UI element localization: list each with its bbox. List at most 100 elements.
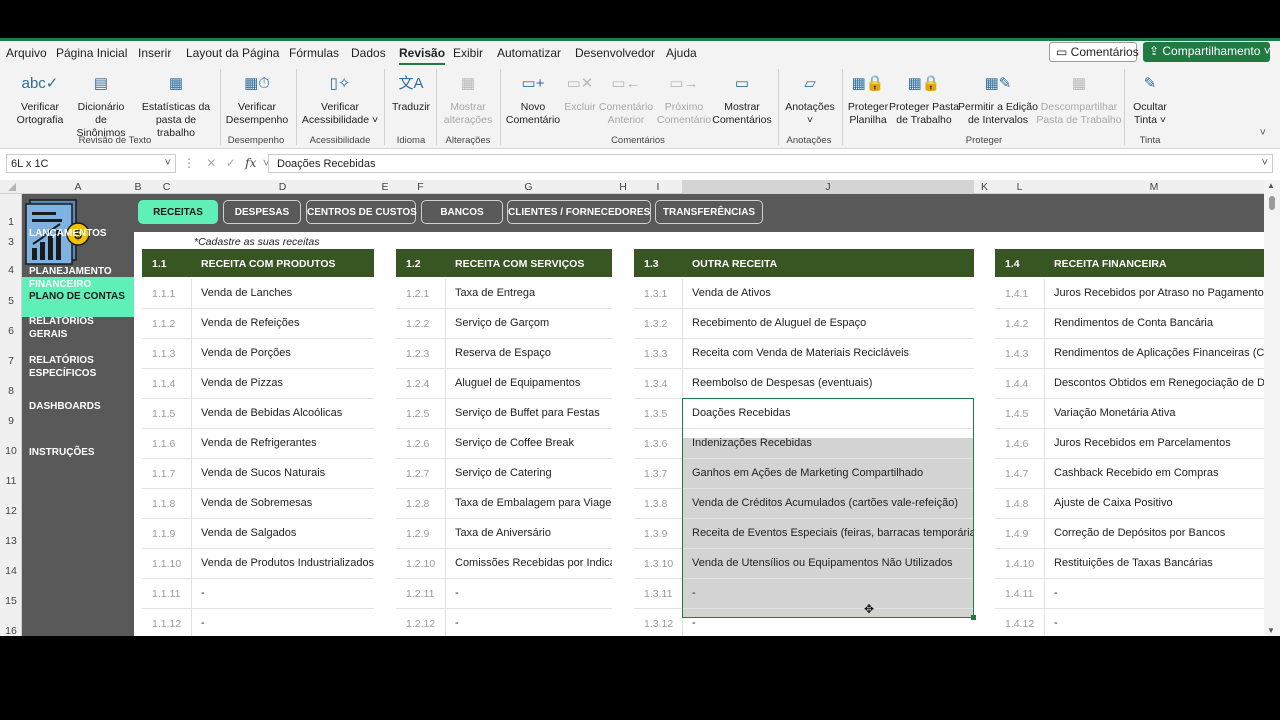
account-name-cell[interactable]: Descontos Obtidos em Renegociação de Div… — [1044, 377, 1264, 389]
account-code-cell[interactable]: 1.2.10 — [396, 558, 445, 570]
column-header-l[interactable]: L — [995, 181, 1044, 193]
account-code-cell[interactable]: 1.3.11 — [634, 588, 682, 600]
account-name-cell[interactable]: Reembolso de Despesas (eventuais) — [682, 377, 974, 389]
account-code-cell[interactable]: 1.1.8 — [142, 498, 191, 510]
account-code-cell[interactable]: 1.3.7 — [634, 468, 682, 480]
scroll-down-icon[interactable]: ▼ — [1267, 626, 1275, 635]
expand-formula-icon[interactable]: ˅ — [1262, 157, 1268, 169]
column-header-f[interactable]: F — [396, 181, 445, 193]
fill-handle[interactable] — [971, 615, 976, 620]
sidebar-item-planejamento-financeiro[interactable]: PLANEJAMENTO FINANCEIRO — [22, 265, 134, 291]
chevron-down-icon[interactable]: ˅ — [165, 157, 171, 169]
ribbon-button-permitir-a-edicao-de-intervalos[interactable]: ▦✎ Permitir a Edição de Intervalos — [956, 71, 1040, 127]
account-code-cell[interactable]: 1.3.12 — [634, 618, 682, 630]
column-header-a[interactable]: A — [22, 181, 134, 193]
column-header-m[interactable]: M — [1044, 181, 1264, 193]
column-header-k[interactable]: K — [974, 181, 995, 193]
row-header-11[interactable]: 11 — [0, 475, 22, 487]
account-name-cell[interactable]: Venda de Porções — [191, 347, 374, 359]
account-name-cell[interactable]: Comissões Recebidas por Indicação — [445, 557, 612, 569]
account-name-cell[interactable]: Ajuste de Caixa Positivo — [1044, 497, 1264, 509]
account-code-cell[interactable]: 1.4.6 — [995, 438, 1044, 450]
account-code-cell[interactable]: 1.2.11 — [396, 588, 445, 600]
account-code-cell[interactable]: 1.4.4 — [995, 378, 1044, 390]
ribbon-button-proteger-planilha[interactable]: ▦🔒 Proteger Planilha — [844, 71, 892, 127]
menu-tab-desenvolvedor[interactable]: Desenvolvedor — [575, 46, 655, 60]
account-code-cell[interactable]: 1.1.6 — [142, 438, 191, 450]
account-name-cell[interactable]: Cashback Recebido em Compras — [1044, 467, 1264, 479]
formula-input[interactable]: Doações Recebidas ˅ — [268, 154, 1273, 173]
account-name-cell[interactable]: Venda de Refrigerantes — [191, 437, 374, 449]
account-name-cell[interactable]: Restituições de Taxas Bancárias — [1044, 557, 1264, 569]
menu-tab-inserir[interactable]: Inserir — [138, 46, 171, 60]
account-code-cell[interactable]: 1.4.1 — [995, 288, 1044, 300]
account-name-cell[interactable]: Juros Recebidos por Atraso no Pagamento … — [1044, 287, 1264, 299]
account-code-cell[interactable]: 1.3.10 — [634, 558, 682, 570]
tab-despesas[interactable]: DESPESAS — [223, 200, 301, 224]
account-code-cell[interactable]: 1.1.3 — [142, 348, 191, 360]
account-name-cell[interactable]: Venda de Produtos Industrializados — [191, 557, 374, 569]
account-code-cell[interactable]: 1.3.4 — [634, 378, 682, 390]
tab-clientes-fornecedores[interactable]: CLIENTES / FORNECEDORES — [507, 200, 651, 224]
scroll-thumb[interactable] — [1269, 196, 1275, 210]
account-name-cell[interactable]: Variação Monetária Ativa — [1044, 407, 1264, 419]
column-header-i[interactable]: I — [634, 181, 682, 193]
account-name-cell[interactable]: Rendimentos de Conta Bancária — [1044, 317, 1264, 329]
row-header-13[interactable]: 13 — [0, 535, 22, 547]
account-code-cell[interactable]: 1.2.6 — [396, 438, 445, 450]
account-code-cell[interactable]: 1.1.4 — [142, 378, 191, 390]
row-header-15[interactable]: 15 — [0, 595, 22, 607]
row-header-6[interactable]: 6 — [0, 325, 22, 337]
column-header-e[interactable]: E — [374, 181, 396, 193]
account-name-cell[interactable]: Serviço de Garçom — [445, 317, 612, 329]
account-name-cell[interactable]: Venda de Pizzas — [191, 377, 374, 389]
ribbon-button-anotacoes[interactable]: ▱ Anotações ˅ — [780, 71, 840, 127]
cancel-icon[interactable]: ✕ — [206, 156, 216, 170]
menu-tab-dados[interactable]: Dados — [351, 46, 386, 60]
menu-tab-pagina-inicial[interactable]: Página Inicial — [56, 46, 127, 60]
share-button[interactable]: ⇪ Compartilhamento ˅ — [1143, 42, 1271, 62]
account-code-cell[interactable]: 1.2.4 — [396, 378, 445, 390]
sidebar-item-relatorios-gerais[interactable]: RELATÓRIOS GERAIS — [22, 315, 134, 341]
ribbon-button-dicionario-de-sinonimos[interactable]: ▤ Dicionário de Sinônimos — [72, 71, 130, 140]
account-name-cell[interactable]: - — [191, 617, 374, 629]
account-code-cell[interactable]: 1.1.11 — [142, 588, 191, 600]
menu-tab-ajuda[interactable]: Ajuda — [666, 46, 697, 60]
collapse-ribbon-icon[interactable]: ˅ — [1260, 127, 1266, 139]
account-name-cell[interactable]: - — [445, 587, 612, 599]
menu-tab-exibir[interactable]: Exibir — [453, 46, 483, 60]
account-name-cell[interactable]: Taxa de Embalagem para Viagem — [445, 497, 612, 509]
account-code-cell[interactable]: 1.2.7 — [396, 468, 445, 480]
account-name-cell[interactable]: Venda de Bebidas Alcoólicas — [191, 407, 374, 419]
account-name-cell[interactable]: - — [191, 587, 374, 599]
ribbon-button-verificar-desempenho[interactable]: ▦⏱ Verificar Desempenho — [222, 71, 292, 127]
account-name-cell[interactable]: Venda de Refeições — [191, 317, 374, 329]
menu-tab-layout-da-pagina[interactable]: Layout da Página — [186, 46, 279, 60]
account-name-cell[interactable]: - — [1044, 617, 1264, 629]
account-code-cell[interactable]: 1.3.3 — [634, 348, 682, 360]
menu-tab-automatizar[interactable]: Automatizar — [497, 46, 561, 60]
row-header-5[interactable]: 5 — [0, 295, 22, 307]
ribbon-button-excluir[interactable]: ▭✕ Excluir — [562, 71, 598, 114]
row-header-10[interactable]: 10 — [0, 445, 22, 457]
tab-transferencias[interactable]: TRANSFERÊNCIAS — [655, 200, 763, 224]
ribbon-button-mostrar-alteracoes[interactable]: ▦ Mostrar alterações — [440, 71, 496, 127]
account-code-cell[interactable]: 1.3.2 — [634, 318, 682, 330]
account-name-cell[interactable]: Venda de Lanches — [191, 287, 374, 299]
menu-tab-formulas[interactable]: Fórmulas — [289, 46, 339, 60]
account-name-cell[interactable]: - — [1044, 587, 1264, 599]
account-code-cell[interactable]: 1.3.8 — [634, 498, 682, 510]
account-name-cell[interactable]: Aluguel de Equipamentos — [445, 377, 612, 389]
account-name-cell[interactable]: Venda de Sobremesas — [191, 497, 374, 509]
account-name-cell[interactable]: Venda de Sucos Naturais — [191, 467, 374, 479]
column-header-b[interactable]: B — [134, 181, 142, 193]
column-header-d[interactable]: D — [191, 181, 374, 193]
row-header-3[interactable]: 3 — [0, 236, 22, 248]
more-options-icon[interactable]: ⋮ — [183, 156, 195, 170]
sidebar-item-dashboards[interactable]: DASHBOARDS — [22, 400, 134, 413]
ribbon-button-mostrar-comentarios[interactable]: ▭ Mostrar Comentários — [710, 71, 774, 127]
account-name-cell[interactable]: Reserva de Espaço — [445, 347, 612, 359]
account-name-cell[interactable]: Taxa de Entrega — [445, 287, 612, 299]
ribbon-button-verificar-ortografia[interactable]: abc✓ Verificar Ortografia — [14, 71, 66, 127]
account-code-cell[interactable]: 1.1.2 — [142, 318, 191, 330]
